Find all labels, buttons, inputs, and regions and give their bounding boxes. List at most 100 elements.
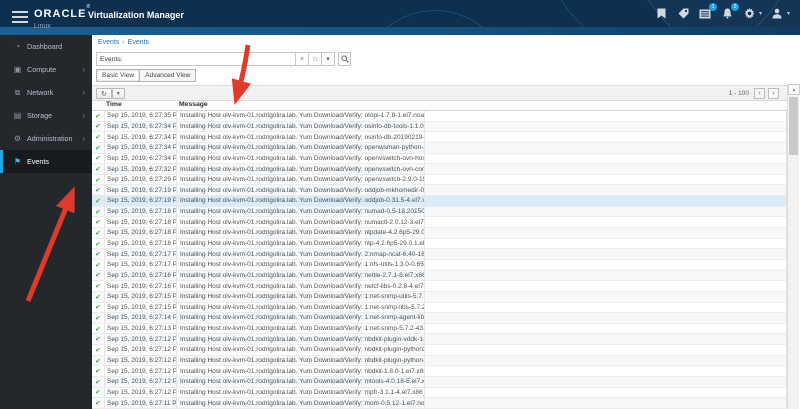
event-row-filler xyxy=(424,323,787,334)
scrollbar-up-arrow-icon[interactable]: ▲ xyxy=(788,84,800,95)
table-row[interactable]: ✔ Sep 15, 2019, 6:27:12 PM Installing Host… xyxy=(92,377,787,388)
table-row[interactable]: ✔ Sep 15, 2019, 6:27:19 PM Installing Host… xyxy=(92,185,787,197)
user-icon[interactable] xyxy=(771,7,784,20)
event-row-filler xyxy=(424,398,787,408)
success-check-icon: ✔ xyxy=(95,378,101,386)
event-message: Installing Host olv-kvm-01.rodrigolira.l… xyxy=(176,142,424,153)
table-row[interactable]: ✔ Sep 15, 2019, 6:27:16 PM Installing Host… xyxy=(92,270,787,282)
event-message: Installing Host olv-kvm-01.rodrigolira.l… xyxy=(176,238,424,249)
table-row[interactable]: ✔ Sep 15, 2019, 6:27:34 PM Installing Host… xyxy=(92,121,787,133)
table-row[interactable]: ✔ Sep 15, 2019, 6:27:16 PM Installing Host… xyxy=(92,281,787,292)
basic-view-button[interactable]: Basic View xyxy=(96,69,141,82)
breadcrumb-current-link[interactable]: Events xyxy=(128,39,149,46)
success-check-icon: ✔ xyxy=(95,229,101,237)
success-check-icon: ✔ xyxy=(95,357,101,365)
success-check-icon: ✔ xyxy=(95,251,101,259)
table-row[interactable]: ✔ Sep 15, 2019, 6:27:13 PM Installing Host… xyxy=(92,323,787,335)
event-row-filler xyxy=(424,313,787,323)
top-header-bar: ORACLE® Linux Virtualization Manager 1 2… xyxy=(0,0,800,35)
event-message: Installing Host olv-kvm-01.rodrigolira.l… xyxy=(176,164,424,174)
table-row[interactable]: ✔ Sep 15, 2019, 6:27:12 PM Installing Host… xyxy=(92,387,787,399)
tasks-icon[interactable]: 1 xyxy=(699,3,717,20)
table-row[interactable]: ✔ Sep 15, 2019, 6:27:12 PM Installing Host… xyxy=(92,355,787,367)
table-row[interactable]: ✔ Sep 15, 2019, 6:27:12 PM Installing Host… xyxy=(92,345,787,356)
event-time: Sep 15, 2019, 6:27:13 PM xyxy=(104,323,176,334)
settings-gear-icon[interactable] xyxy=(743,7,756,20)
table-row[interactable]: ✔ Sep 15, 2019, 6:27:18 PM Installing Host… xyxy=(92,206,787,218)
table-row[interactable]: ✔ Sep 15, 2019, 6:27:18 PM Installing Host… xyxy=(92,238,787,250)
table-row[interactable]: ✔ Sep 15, 2019, 6:27:17 PM Installing Host… xyxy=(92,249,787,260)
breadcrumb-root-link[interactable]: Events xyxy=(98,39,119,46)
success-check-icon: ✔ xyxy=(95,346,101,354)
table-row[interactable]: ✔ Sep 15, 2019, 6:27:34 PM Installing Host… xyxy=(92,153,787,165)
event-message: Installing Host olv-kvm-01.rodrigolira.l… xyxy=(176,313,424,323)
event-message: Installing Host olv-kvm-01.rodrigolira.l… xyxy=(176,185,424,196)
event-row-filler xyxy=(424,259,787,270)
success-check-icon: ✔ xyxy=(95,293,101,301)
clear-search-icon[interactable]: × xyxy=(296,52,309,66)
bookmark-icon[interactable] xyxy=(655,7,668,20)
event-row-filler xyxy=(424,270,787,281)
success-check-icon: ✔ xyxy=(95,314,101,322)
table-row[interactable]: ✔ Sep 15, 2019, 6:27:34 PM Installing Host… xyxy=(92,142,787,154)
table-row[interactable]: ✔ Sep 15, 2019, 6:27:32 PM Installing Host… xyxy=(92,164,787,175)
refresh-dropdown-icon[interactable]: ▾ xyxy=(111,88,125,99)
logo-text: ORACLE xyxy=(34,8,87,20)
sidebar-item-events[interactable]: ⚑ Events xyxy=(0,150,92,173)
header-icon-group: 1 2 ▾ ▾ xyxy=(655,3,790,20)
event-message: Installing Host olv-kvm-01.rodrigolira.l… xyxy=(176,111,424,121)
event-row-filler xyxy=(424,121,787,132)
bookmark-search-star-icon[interactable]: ☆ xyxy=(309,52,322,66)
next-page-button[interactable]: › xyxy=(768,88,779,99)
table-row[interactable]: ✔ Sep 15, 2019, 6:27:18 PM Installing Host… xyxy=(92,217,787,229)
table-row[interactable]: ✔ Sep 15, 2019, 6:27:12 PM Installing Host… xyxy=(92,334,787,346)
table-row[interactable]: ✔ Sep 15, 2019, 6:27:15 PM Installing Host… xyxy=(92,302,787,314)
event-row-filler xyxy=(424,174,787,185)
table-row[interactable]: ✔ Sep 15, 2019, 6:27:11 PM Installing Host… xyxy=(92,398,787,409)
event-message: Installing Host olv-kvm-01.rodrigolira.l… xyxy=(176,132,424,142)
event-row-filler xyxy=(424,185,787,196)
search-magnifier-icon[interactable] xyxy=(338,52,351,66)
alerts-bell-icon[interactable]: 2 xyxy=(721,3,739,20)
events-icon: ⚑ xyxy=(13,157,22,166)
table-row[interactable]: ✔ Sep 15, 2019, 6:27:15 PM Installing Host… xyxy=(92,291,787,303)
table-row[interactable]: ✔ Sep 15, 2019, 6:27:34 PM Installing Host… xyxy=(92,132,787,143)
vertical-scrollbar[interactable]: ▲ xyxy=(787,84,800,409)
table-row[interactable]: ✔ Sep 15, 2019, 6:27:19 PM Installing Host… xyxy=(92,196,787,207)
event-row-filler xyxy=(424,355,787,366)
table-row[interactable]: ✔ Sep 15, 2019, 6:27:18 PM Installing Host… xyxy=(92,228,787,239)
refresh-icon[interactable]: ↻ xyxy=(96,88,112,99)
advanced-view-button[interactable]: Advanced View xyxy=(140,69,197,82)
event-row-filler xyxy=(424,366,787,377)
table-row[interactable]: ✔ Sep 15, 2019, 6:27:14 PM Installing Host… xyxy=(92,313,787,324)
event-time: Sep 15, 2019, 6:27:34 PM xyxy=(104,121,176,132)
sidebar-item-storage[interactable]: ▤ Storage › xyxy=(0,104,92,127)
sidebar-item-administration[interactable]: ⚙ Administration › xyxy=(0,127,92,150)
chevron-right-icon: › xyxy=(82,88,85,97)
table-row[interactable]: ✔ Sep 15, 2019, 6:27:12 PM Installing Host… xyxy=(92,366,787,378)
search-dropdown-icon[interactable]: ▾ xyxy=(322,52,335,66)
success-check-icon: ✔ xyxy=(95,219,101,227)
table-row[interactable]: ✔ Sep 15, 2019, 6:27:17 PM Installing Host… xyxy=(92,259,787,271)
search-input[interactable] xyxy=(96,52,296,66)
previous-page-button[interactable]: ‹ xyxy=(754,88,765,99)
event-message: Installing Host olv-kvm-01.rodrigolira.l… xyxy=(176,259,424,270)
olvm-application-window: ORACLE® Linux Virtualization Manager 1 2… xyxy=(0,0,800,409)
event-message: Installing Host olv-kvm-01.rodrigolira.l… xyxy=(176,302,424,313)
sidebar-item-compute[interactable]: ▣ Compute › xyxy=(0,58,92,81)
event-message: Installing Host olv-kvm-01.rodrigolira.l… xyxy=(176,217,424,228)
tag-icon[interactable] xyxy=(677,7,690,20)
event-time: Sep 15, 2019, 6:27:16 PM xyxy=(104,270,176,281)
sidebar-item-network[interactable]: ⧉ Network › xyxy=(0,81,92,104)
sidebar-item-dashboard[interactable]: ◔ Dashboard xyxy=(0,35,92,58)
table-row[interactable]: ✔ Sep 15, 2019, 6:27:29 PM Installing Host… xyxy=(92,174,787,186)
storage-icon: ▤ xyxy=(13,111,22,120)
event-time: Sep 15, 2019, 6:27:15 PM xyxy=(104,291,176,302)
event-time: Sep 15, 2019, 6:27:18 PM xyxy=(104,206,176,217)
menu-icon[interactable] xyxy=(12,11,28,23)
message-column-header[interactable]: Message xyxy=(176,101,424,110)
scrollbar-thumb[interactable] xyxy=(789,97,798,155)
time-column-header[interactable]: Time xyxy=(104,101,176,110)
table-row[interactable]: ✔ Sep 15, 2019, 6:27:35 PM Installing Host… xyxy=(92,111,787,122)
search-bar: × ☆ ▾ xyxy=(96,52,351,66)
